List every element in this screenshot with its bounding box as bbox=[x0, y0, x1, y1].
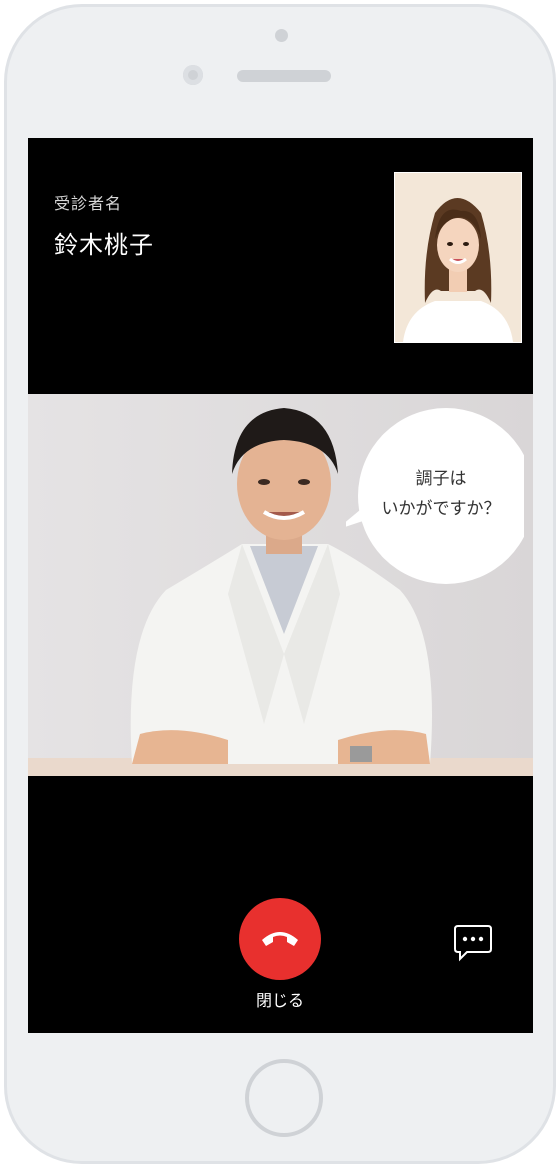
patient-label: 受診者名 bbox=[54, 194, 123, 213]
end-call-label: 閉じる bbox=[255, 991, 304, 1010]
earpiece-speaker bbox=[237, 70, 331, 82]
front-camera bbox=[275, 29, 288, 42]
patient-name: 鈴木桃子 bbox=[54, 231, 154, 259]
phone-hangup-icon bbox=[262, 932, 298, 946]
chat-bubble-icon bbox=[454, 925, 492, 962]
speech-bubble-line-1: 調子は bbox=[415, 469, 467, 489]
self-view-video[interactable] bbox=[394, 172, 522, 343]
proximity-sensor bbox=[183, 65, 203, 85]
speech-bubble-line-2: いかがですか？ bbox=[381, 499, 501, 519]
speech-bubble: 調子は いかがですか？ bbox=[346, 408, 524, 586]
home-button[interactable] bbox=[245, 1059, 323, 1137]
chat-button[interactable] bbox=[452, 923, 494, 963]
speech-bubble-text: 調子は いかがですか？ bbox=[356, 464, 526, 524]
video-call-screen: 受診者名 鈴木桃子 調子は いかがですか？ 閉じる bbox=[28, 138, 533, 1033]
end-call-button[interactable] bbox=[239, 898, 321, 980]
